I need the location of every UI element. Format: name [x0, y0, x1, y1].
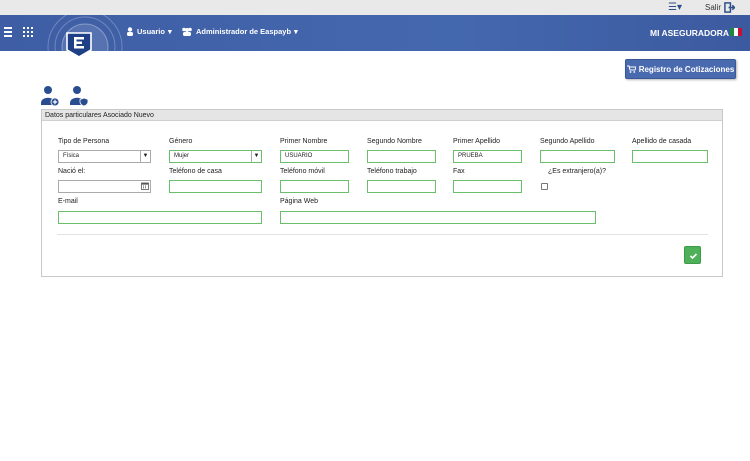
chevron-down-icon: ▾ — [167, 27, 172, 36]
apellido-casada-input[interactable] — [632, 150, 708, 163]
apps-grid-icon[interactable] — [23, 27, 33, 37]
telefono-casa-input[interactable] — [169, 180, 262, 193]
admin-menu[interactable]: Administrador de Easpayb ▾ — [181, 27, 298, 36]
nacio-el-date-input[interactable] — [58, 180, 151, 193]
extranjero-label: ¿Es extranjero(a)? — [548, 168, 606, 175]
registro-cotizaciones-button[interactable]: Registro de Cotizaciones — [625, 59, 736, 79]
primer-apellido-input[interactable]: PRUEBA — [453, 150, 522, 163]
primer-apellido-label: Primer Apellido — [453, 138, 501, 145]
telefono-casa-label: Teléfono de casa — [169, 168, 222, 175]
genero-select[interactable]: Mujer ▼ — [169, 150, 262, 163]
exit-icon[interactable] — [724, 2, 735, 13]
email-label: E-mail — [58, 198, 78, 205]
datos-particulares-panel: Datos particulares Asociado Nuevo — [41, 109, 723, 277]
fax-label: Fax — [453, 168, 465, 175]
registro-cotizaciones-label: Registro de Cotizaciones — [638, 64, 735, 74]
telefono-movil-label: Teléfono móvil — [280, 168, 325, 175]
form-divider — [57, 234, 708, 235]
calendar-icon[interactable] — [141, 182, 149, 190]
telefono-movil-input[interactable] — [280, 180, 349, 193]
apellido-casada-label: Apellido de casada — [632, 138, 692, 145]
save-button[interactable] — [684, 246, 701, 264]
company-logo[interactable] — [64, 30, 94, 58]
panel-title: Datos particulares Asociado Nuevo — [42, 110, 722, 121]
admin-menu-label: Administrador de Easpayb — [196, 27, 292, 36]
tipo-persona-value: Física — [63, 153, 80, 159]
nacio-el-label: Nació el: — [58, 168, 86, 175]
hamburger-menu-icon[interactable] — [4, 27, 12, 39]
mexico-flag-icon[interactable] — [730, 28, 742, 36]
tipo-persona-label: Tipo de Persona — [58, 138, 110, 145]
brand-name: MI ASEGURADORA — [650, 28, 730, 38]
user-icon — [127, 27, 133, 36]
telefono-trabajo-label: Teléfono trabajo — [367, 168, 417, 175]
chevron-down-icon: ▼ — [251, 151, 261, 162]
add-user-icon[interactable] — [40, 85, 60, 107]
genero-value: Mujer — [174, 153, 190, 159]
cart-icon — [626, 65, 636, 73]
segundo-nombre-label: Segundo Nombre — [367, 138, 422, 145]
chevron-down-icon: ▾ — [294, 27, 298, 36]
salir-link[interactable]: Salir — [705, 3, 721, 12]
users-icon — [182, 27, 192, 36]
tipo-persona-select[interactable]: Física ▼ — [58, 150, 151, 163]
check-icon — [689, 253, 698, 260]
top-utility-bar: ☰▾ Salir — [0, 0, 750, 15]
help-icon[interactable]: ☰▾ — [668, 2, 682, 13]
pagina-web-label: Página Web — [280, 198, 319, 205]
genero-label: Género — [169, 138, 193, 145]
extranjero-checkbox[interactable] — [541, 183, 548, 190]
telefono-trabajo-input[interactable] — [367, 180, 436, 193]
primer-nombre-input[interactable]: USUARIO — [280, 150, 349, 163]
segundo-apellido-input[interactable] — [540, 150, 615, 163]
segundo-apellido-label: Segundo Apellido — [540, 138, 595, 145]
email-input[interactable] — [58, 211, 262, 224]
fax-input[interactable] — [453, 180, 522, 193]
user-shield-icon[interactable] — [69, 85, 89, 107]
primer-nombre-label: Primer Nombre — [280, 138, 328, 145]
segundo-nombre-input[interactable] — [367, 150, 436, 163]
usuario-menu-label: Usuario — [137, 27, 165, 36]
usuario-menu[interactable]: Usuario ▾ — [126, 27, 172, 36]
chevron-down-icon: ▼ — [140, 151, 150, 162]
pagina-web-input[interactable] — [280, 211, 596, 224]
